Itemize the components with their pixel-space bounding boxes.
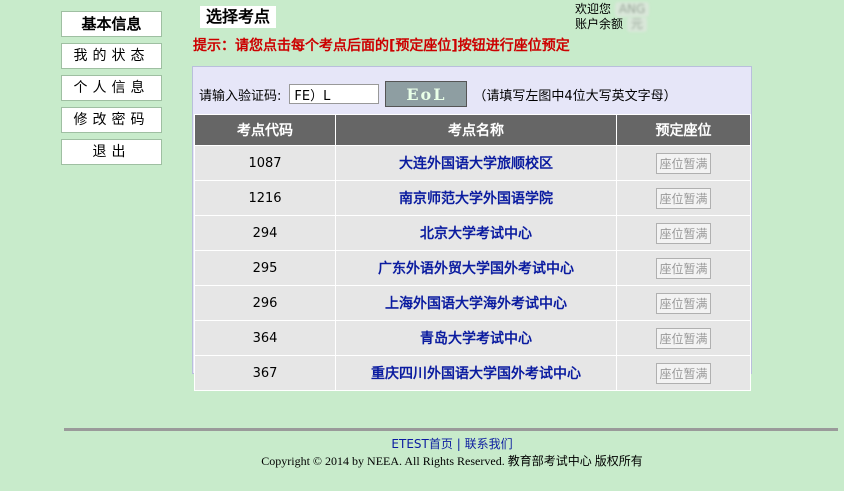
sidebar-item-personal-info[interactable]: 个人信息: [61, 75, 162, 101]
balance-label: 账户余额: [575, 17, 624, 31]
balance-line: 账户余额 元: [575, 17, 649, 32]
site-code: 364: [194, 320, 336, 356]
table-row: 295 广东外语外贸大学国外考试中心 座位暂满: [194, 250, 751, 286]
header-site-name: 考点名称: [335, 114, 617, 146]
captcha-hint: （请填写左图中4位大写英文字母）: [473, 88, 677, 104]
etest-home-link[interactable]: ETEST首页: [391, 437, 452, 451]
site-name: 广东外语外贸大学国外考试中心: [335, 250, 617, 286]
page-title: 选择考点: [200, 6, 277, 28]
tip-text: 提示：请您点击每个考点后面的[预定座位]按钮进行座位预定: [193, 38, 570, 54]
seat-full-button[interactable]: 座位暂满: [656, 222, 711, 244]
footer: ETEST首页 | 联系我们 Copyright © 2014 by NEEA.…: [0, 436, 844, 470]
seat-full-button[interactable]: 座位暂满: [656, 152, 711, 174]
table-row: 1087 大连外国语大学旅顺校区 座位暂满: [194, 145, 751, 181]
table-row: 364 青岛大学考试中心 座位暂满: [194, 320, 751, 356]
footer-divider: [64, 428, 838, 431]
captcha-image[interactable]: EoL: [385, 81, 468, 107]
captcha-label: 请输入验证码:: [199, 88, 282, 104]
site-selection-panel: 请输入验证码: EoL （请填写左图中4位大写英文字母） 考点代码 考点名称 预…: [192, 66, 752, 391]
site-name: 大连外国语大学旅顺校区: [335, 145, 617, 181]
header-site-code: 考点代码: [194, 114, 336, 146]
site-name: 重庆四川外国语大学国外考试中心: [335, 355, 617, 391]
username-value: ANG: [614, 2, 650, 17]
site-code: 295: [194, 250, 336, 286]
site-name: 南京师范大学外国语学院: [335, 180, 617, 216]
captcha-input[interactable]: [289, 84, 380, 104]
copyright-text: Copyright © 2014 by NEEA. All Rights Res…: [261, 454, 643, 468]
sidebar: 基本信息 我的状态 个人信息 修改密码 退出: [61, 11, 162, 171]
site-code: 1216: [194, 180, 336, 216]
header-reserve-seat: 预定座位: [616, 114, 751, 146]
site-code: 367: [194, 355, 336, 391]
site-code: 294: [194, 215, 336, 251]
sites-table: 考点代码 考点名称 预定座位 1087 大连外国语大学旅顺校区 座位暂满 121…: [194, 114, 751, 391]
footer-separator: |: [456, 437, 461, 451]
site-code: 1087: [194, 145, 336, 181]
seat-cell: 座位暂满: [616, 180, 751, 216]
seat-cell: 座位暂满: [616, 215, 751, 251]
captcha-row: 请输入验证码: EoL （请填写左图中4位大写英文字母）: [199, 81, 747, 107]
table-row: 1216 南京师范大学外国语学院 座位暂满: [194, 180, 751, 216]
table-header-row: 考点代码 考点名称 预定座位: [194, 114, 751, 146]
seat-cell: 座位暂满: [616, 145, 751, 181]
welcome-line: 欢迎您 ANG: [575, 2, 650, 17]
seat-cell: 座位暂满: [616, 285, 751, 321]
site-name: 青岛大学考试中心: [335, 320, 617, 356]
seat-full-button[interactable]: 座位暂满: [656, 362, 711, 384]
table-row: 367 重庆四川外国语大学国外考试中心 座位暂满: [194, 355, 751, 391]
contact-us-link[interactable]: 联系我们: [465, 437, 513, 451]
site-name: 上海外国语大学海外考试中心: [335, 285, 617, 321]
seat-cell: 座位暂满: [616, 355, 751, 391]
seat-full-button[interactable]: 座位暂满: [656, 327, 711, 349]
sidebar-item-logout[interactable]: 退出: [61, 139, 162, 165]
seat-cell: 座位暂满: [616, 250, 751, 286]
seat-full-button[interactable]: 座位暂满: [656, 257, 711, 279]
footer-links: ETEST首页 | 联系我们: [0, 436, 844, 453]
sidebar-item-change-password[interactable]: 修改密码: [61, 107, 162, 133]
balance-value: 元: [626, 17, 647, 32]
seat-cell: 座位暂满: [616, 320, 751, 356]
table-row: 294 北京大学考试中心 座位暂满: [194, 215, 751, 251]
table-row: 296 上海外国语大学海外考试中心 座位暂满: [194, 285, 751, 321]
site-code: 296: [194, 285, 336, 321]
sidebar-header: 基本信息: [61, 11, 162, 37]
user-info: 欢迎您 ANG 账户余额 元: [575, 2, 650, 32]
sidebar-item-my-status[interactable]: 我的状态: [61, 43, 162, 69]
seat-full-button[interactable]: 座位暂满: [656, 292, 711, 314]
site-name: 北京大学考试中心: [335, 215, 617, 251]
welcome-label: 欢迎您: [575, 2, 612, 16]
seat-full-button[interactable]: 座位暂满: [656, 187, 711, 209]
